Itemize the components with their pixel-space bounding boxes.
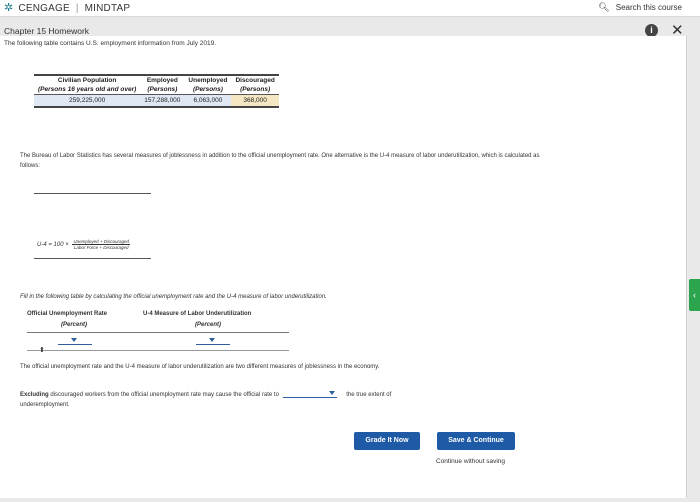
table-subheader: (Persons) bbox=[140, 85, 185, 95]
answer-col1-unit: (Percent) bbox=[61, 322, 88, 328]
bls-paragraph: The Bureau of Labor Statistics has sever… bbox=[20, 153, 540, 169]
table-cell: 259,225,000 bbox=[34, 94, 141, 108]
brand-separator: | bbox=[75, 3, 79, 14]
unemployment-rate-dropdown[interactable] bbox=[58, 336, 92, 349]
continue-without-saving-link[interactable]: Continue without saving bbox=[436, 458, 505, 465]
mouse-cursor-icon: ⬆ bbox=[39, 347, 45, 354]
answer-col2-unit: (Percent) bbox=[195, 322, 222, 328]
u4-measure-dropdown[interactable] bbox=[196, 336, 230, 349]
chapter-title: Chapter 15 Homework bbox=[4, 26, 90, 36]
formula-equals: = bbox=[48, 242, 52, 249]
excluding-lead: Excluding bbox=[20, 392, 49, 398]
formula-divider-bottom bbox=[34, 258, 151, 259]
brand-name-right: MINDTAP bbox=[84, 3, 131, 14]
table-header: Discouraged bbox=[231, 74, 279, 85]
save-continue-button[interactable]: Save & Continue bbox=[437, 432, 515, 450]
question-panel: The following table contains U.S. employ… bbox=[0, 36, 687, 498]
answer-table-divider bbox=[27, 332, 289, 333]
table-header: Unemployed bbox=[184, 74, 232, 85]
top-bar: ✲ CENGAGE | MINDTAP 🔍︎ Search this cours… bbox=[0, 0, 700, 17]
search-label: Search this course bbox=[615, 3, 682, 12]
table-row: 259,225,000 157,288,000 6,063,000 368,00… bbox=[34, 94, 279, 108]
table-cell: 157,288,000 bbox=[140, 94, 185, 108]
table-cell: 6,063,000 bbox=[184, 94, 232, 108]
formula-denominator: Labor Force + Discouraged bbox=[73, 245, 129, 250]
brand-logo: ✲ CENGAGE | MINDTAP bbox=[4, 1, 130, 14]
excluding-paragraph: Excluding discouraged workers from the o… bbox=[20, 391, 391, 398]
excluding-text-line2: underemployment. bbox=[20, 402, 70, 408]
table-cell: 368,000 bbox=[231, 94, 279, 108]
table-subheader: (Persons) bbox=[184, 85, 232, 95]
cengage-star-icon: ✲ bbox=[4, 2, 14, 14]
official-rate-dropdown[interactable] bbox=[282, 391, 337, 398]
instruction-text: Fill in the following table by calculati… bbox=[20, 294, 327, 300]
brand-name-left: CENGAGE bbox=[18, 3, 70, 14]
intro-text: The following table contains U.S. employ… bbox=[4, 40, 217, 47]
search-course-link[interactable]: 🔍︎ Search this course bbox=[598, 2, 682, 13]
formula-lhs: U-4 bbox=[37, 242, 47, 249]
answer-col2-header: U-4 Measure of Labor Underutilization bbox=[143, 311, 252, 317]
table-subheader: (Persons 16 years old and over) bbox=[34, 85, 141, 95]
comparison-paragraph: The official unemployment rate and the U… bbox=[20, 364, 380, 370]
answer-table-bottom bbox=[27, 350, 289, 351]
table-header: Employed bbox=[140, 74, 185, 85]
chevron-down-icon bbox=[209, 338, 215, 342]
formula-divider-top bbox=[34, 193, 151, 194]
chevron-down-icon bbox=[71, 338, 77, 342]
table-header: Civilian Population bbox=[34, 74, 141, 85]
table-subheader: (Persons) bbox=[231, 85, 279, 95]
chevron-down-icon bbox=[328, 391, 335, 395]
side-panel-toggle[interactable]: ‹ bbox=[689, 279, 700, 311]
employment-data-table: Civilian Population Employed Unemployed … bbox=[34, 74, 279, 108]
chevron-left-icon: ‹ bbox=[693, 290, 696, 300]
search-icon: 🔍︎ bbox=[598, 2, 610, 12]
grade-it-now-button[interactable]: Grade It Now bbox=[354, 432, 420, 450]
answer-col1-header: Official Unemployment Rate bbox=[27, 311, 108, 317]
formula-fraction: Unemployed + Discouraged Labor Force + D… bbox=[72, 239, 131, 250]
excluding-text-after: the true extent of bbox=[346, 392, 392, 398]
excluding-text: discouraged workers from the official un… bbox=[50, 392, 279, 398]
u4-formula: U-4 = 100 × Unemployed + Discouraged Lab… bbox=[37, 239, 131, 250]
formula-factor: 100 × bbox=[53, 242, 69, 249]
